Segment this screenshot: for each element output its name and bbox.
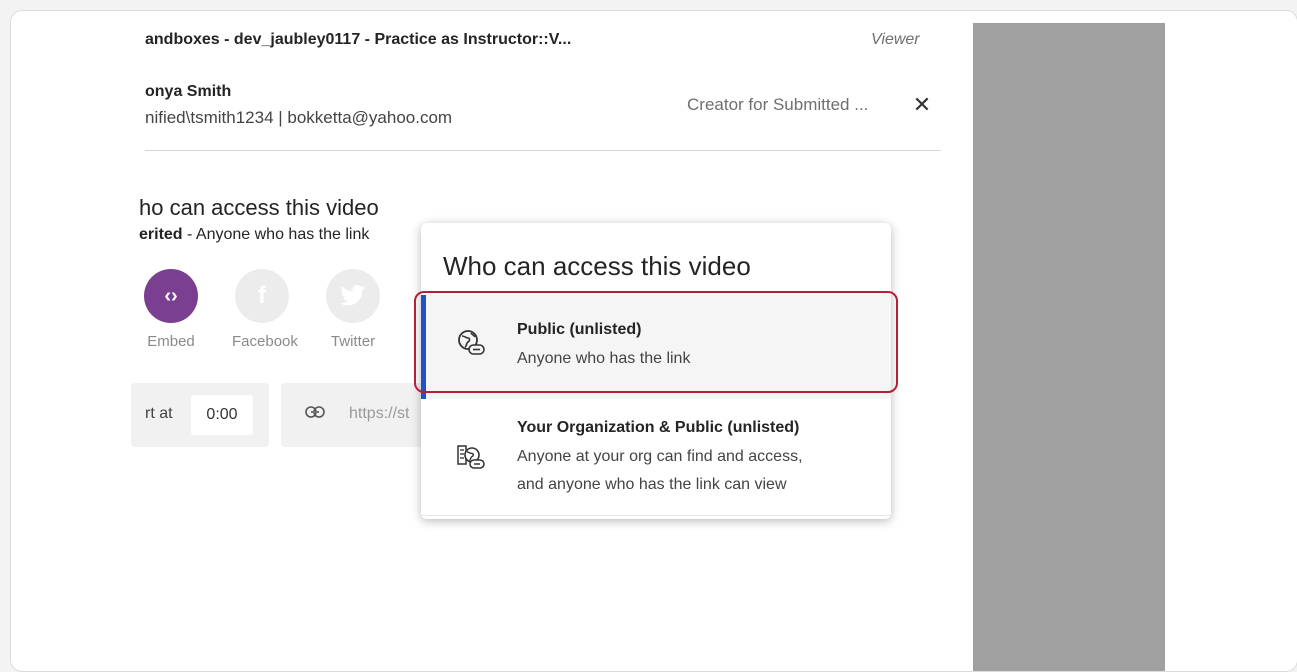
embed-icon[interactable]: ‹› [144, 269, 198, 323]
option-org-description-1: Anyone at your org can find and access, [517, 448, 803, 465]
start-time-input[interactable]: 0:00 [191, 395, 253, 435]
user-role-dropdown[interactable]: Creator for Submitted ... [687, 95, 868, 115]
viewer-role: Viewer [871, 31, 920, 48]
share-facebook-label: Facebook [232, 333, 298, 350]
divider [145, 150, 941, 151]
option-public-unlisted[interactable]: Public (unlisted) Anyone who has the lin… [421, 295, 891, 399]
share-twitter-label: Twitter [330, 333, 376, 350]
share-link-url: https://st [349, 405, 410, 422]
dropdown-title: Who can access this video [443, 251, 751, 281]
share-panel: andboxes - dev_jaubley0117 - Practice as… [11, 11, 973, 671]
option-org-description-2: and anyone who has the link can view [517, 476, 787, 493]
facebook-icon[interactable]: f [235, 269, 289, 323]
access-status-text: - Anyone who has the link [182, 226, 370, 243]
selected-indicator [421, 295, 426, 399]
option-public-description: Anyone who has the link [517, 350, 691, 367]
user-name: onya Smith [145, 83, 232, 100]
access-status-bold: erited [139, 226, 183, 243]
org-globe-link-icon [457, 445, 485, 469]
start-at-box: rt at 0:00 [131, 383, 269, 447]
share-dialog: andboxes - dev_jaubley0117 - Practice as… [10, 10, 1297, 672]
dropdown-bottom-divider [421, 515, 891, 516]
close-icon[interactable]: ✕ [908, 91, 936, 119]
option-org-title: Your Organization & Public (unlisted) [517, 419, 800, 436]
link-shape [305, 406, 325, 418]
twitter-bird-shape [340, 285, 365, 306]
user-details: nified\tsmith1234 | bokketta@yahoo.com [145, 108, 453, 127]
share-facebook[interactable]: f Facebook [232, 269, 298, 350]
share-embed-label: Embed [147, 333, 195, 350]
option-org-public-unlisted[interactable]: Your Organization & Public (unlisted) An… [421, 401, 891, 513]
channel-title: andboxes - dev_jaubley0117 - Practice as… [145, 31, 572, 48]
access-heading: ho can access this video [139, 195, 379, 220]
share-embed[interactable]: ‹› Embed [141, 269, 201, 350]
access-dropdown: Who can access this video Public (unlist… [421, 223, 891, 519]
side-gray-panel [973, 23, 1165, 671]
link-icon [305, 405, 325, 423]
twitter-icon[interactable] [326, 269, 380, 323]
share-twitter[interactable]: Twitter [323, 269, 383, 350]
option-public-title: Public (unlisted) [517, 321, 642, 338]
share-link-box[interactable]: https://st [281, 383, 431, 447]
access-status: erited - Anyone who has the link [139, 226, 369, 244]
start-at-label: rt at [145, 405, 173, 422]
globe-link-icon [458, 330, 485, 355]
